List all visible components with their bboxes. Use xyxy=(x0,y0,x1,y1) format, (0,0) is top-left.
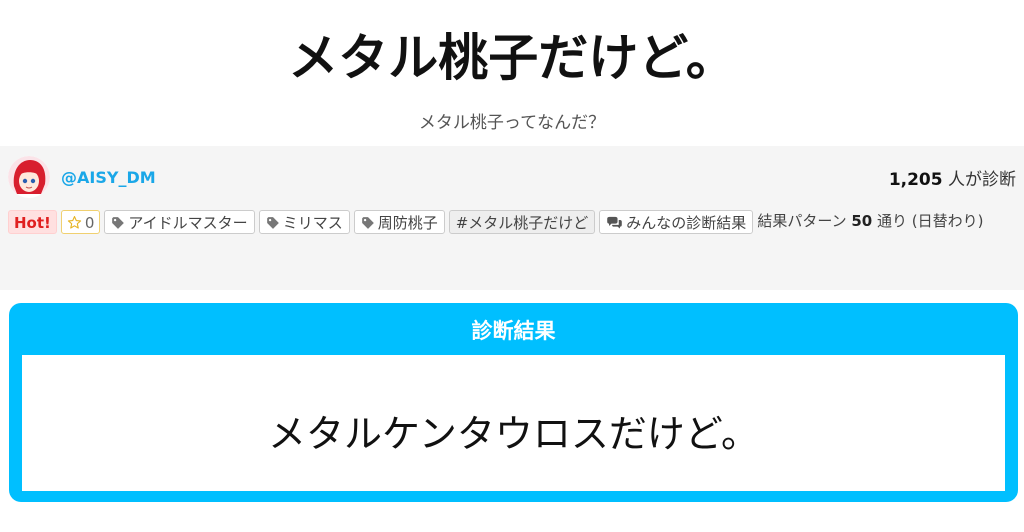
tag-icon xyxy=(361,216,374,229)
tag-icon xyxy=(112,216,125,229)
result-body: メタルケンタウロスだけど。 xyxy=(22,355,1005,491)
author-link[interactable]: @AISY_DM xyxy=(61,168,156,187)
result-pattern-prefix: 結果パターン xyxy=(757,212,852,230)
result-pattern: 結果パターン 50 通り (日替わり) xyxy=(757,212,983,230)
hot-badge: Hot! xyxy=(8,209,57,234)
author-row: @AISY_DM xyxy=(8,156,156,198)
tag-label: アイドルマスター xyxy=(128,213,248,232)
everyone-results-label: みんなの診断結果 xyxy=(626,213,747,232)
tag-icon xyxy=(266,216,279,229)
hashtag-link[interactable]: #メタル桃子だけど xyxy=(448,209,596,234)
diagnosis-count-suffix: 人が診断 xyxy=(942,170,1016,190)
favorite-count: 0 xyxy=(84,213,95,232)
diagnosis-count: 1,205 人が診断 xyxy=(889,165,1016,190)
everyone-results-link[interactable]: みんなの診断結果 xyxy=(599,209,754,234)
result-box: 診断結果 メタルケンタウロスだけど。 xyxy=(9,303,1018,502)
avatar[interactable] xyxy=(8,156,50,198)
page: メタル桃子だけど。 メタル桃子ってなんだ？ @AISY_DM 1,205 人が診… xyxy=(0,0,1024,532)
favorite-button[interactable]: 0 xyxy=(60,209,101,234)
comments-icon xyxy=(607,216,623,228)
tag-mirimasu[interactable]: ミリマス xyxy=(258,209,350,234)
tag-idolmaster[interactable]: アイドルマスター xyxy=(104,209,255,234)
result-pattern-suffix: 通り (日替わり) xyxy=(872,212,984,230)
result-header: 診断結果 xyxy=(471,319,556,343)
diagnosis-count-number: 1,205 xyxy=(888,170,943,190)
tag-label: ミリマス xyxy=(282,213,343,232)
result-text: メタルケンタウロスだけど。 xyxy=(268,412,759,456)
tag-suou-momoko[interactable]: 周防桃子 xyxy=(353,209,445,234)
star-icon xyxy=(67,215,81,229)
info-panel: @AISY_DM 1,205 人が診断 Hot! 0 アイドルマスター ミリマス 周防桃… xyxy=(0,146,1024,290)
tag-label: 周防桃子 xyxy=(377,213,438,232)
page-title: メタル桃子だけど。 xyxy=(288,29,736,87)
page-subtitle: メタル桃子ってなんだ？ xyxy=(418,113,606,133)
result-pattern-count: 50 xyxy=(851,212,873,230)
avatar-icon xyxy=(8,156,50,198)
tag-row: Hot! 0 アイドルマスター ミリマス 周防桃子 #メタル桃子だけど みんなの診断結果 結果… xyxy=(8,206,1013,237)
